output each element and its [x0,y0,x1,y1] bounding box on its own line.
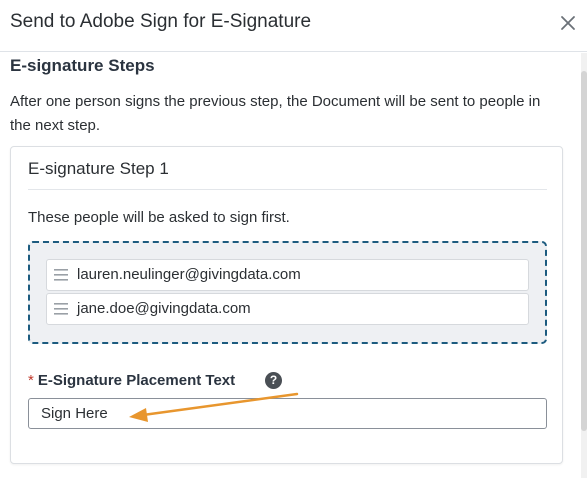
signer-email: jane.doe@givingdata.com [77,300,251,317]
step-divider [28,189,547,190]
drag-handle-icon[interactable] [54,269,68,281]
placement-text-label-text: E-Signature Placement Text [37,372,236,389]
drag-handle-icon[interactable] [54,303,68,315]
placement-text-input[interactable] [28,398,547,429]
modal-scrollbar[interactable] [581,53,587,478]
placement-text-label: * E-Signature Placement Text [28,372,235,389]
step-description: These people will be asked to sign first… [28,209,290,226]
signer-drop-zone[interactable]: lauren.neulinger@givingdata.com jane.doe… [28,241,547,344]
close-button[interactable] [557,12,579,34]
scrollbar-thumb[interactable] [581,71,587,431]
required-indicator: * [28,372,34,389]
signer-row[interactable]: jane.doe@givingdata.com [46,293,529,325]
section-description: After one person signs the previous step… [10,93,541,134]
modal-title: Send to Adobe Sign for E-Signature [10,11,312,32]
help-icon[interactable]: ? [265,372,282,389]
signer-email: lauren.neulinger@givingdata.com [77,266,301,283]
close-icon [561,16,575,30]
modal-header: Send to Adobe Sign for E-Signature [0,0,587,52]
esignature-step-card: E-signature Step 1 These people will be … [10,146,563,464]
section-heading: E-signature Steps [10,56,155,75]
step-title: E-signature Step 1 [28,159,169,178]
signer-row[interactable]: lauren.neulinger@givingdata.com [46,259,529,291]
